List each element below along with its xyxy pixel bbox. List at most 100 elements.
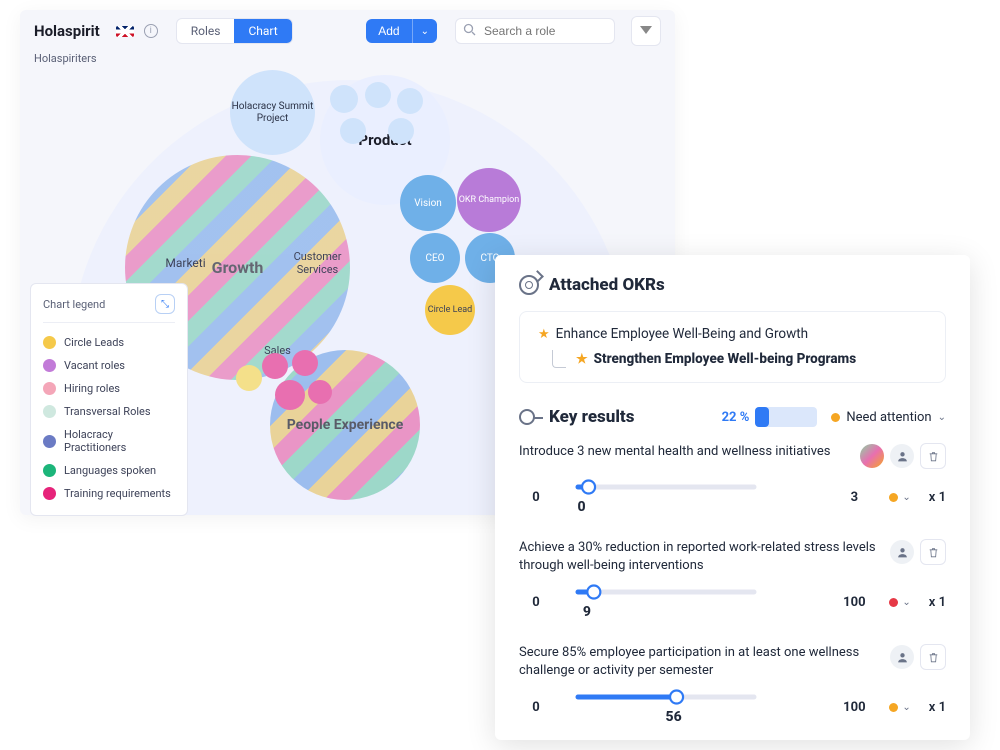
funnel-icon — [640, 26, 652, 36]
kr-status-dropdown[interactable]: ⌄ — [889, 492, 910, 503]
pe-sub-4[interactable] — [275, 380, 305, 410]
kr-actions — [890, 539, 946, 565]
tab-chart[interactable]: Chart — [234, 19, 291, 43]
delete-button[interactable] — [920, 539, 946, 565]
view-tabs: Roles Chart — [176, 18, 293, 44]
assign-user-button[interactable] — [890, 540, 914, 564]
kr-actions — [890, 644, 946, 670]
legend-title: Chart legend — [43, 298, 105, 311]
legend-item-label: Languages spoken — [64, 464, 156, 477]
legend-item-label: Holacracy Practitioners — [64, 428, 175, 454]
legend-item[interactable]: Training requirements — [43, 482, 175, 505]
add-dropdown[interactable]: ⌄ — [412, 19, 437, 43]
legend-item[interactable]: Holacracy Practitioners — [43, 423, 175, 459]
star-icon: ★ — [576, 352, 588, 367]
delete-button[interactable] — [920, 443, 946, 469]
legend-swatch — [43, 487, 56, 500]
avatar[interactable] — [860, 444, 884, 468]
okr-child-label: Strengthen Employee Well-being Programs — [594, 351, 856, 367]
chevron-down-icon: ⌄ — [902, 597, 910, 608]
legend-item-label: Vacant roles — [64, 359, 125, 372]
chevron-down-icon: ⌄ — [938, 412, 946, 423]
delete-button[interactable] — [920, 644, 946, 670]
okr-tree: ★ Enhance Employee Well-Being and Growth… — [519, 311, 946, 383]
kr-current: 0 — [578, 499, 826, 515]
legend-item[interactable]: Circle Leads — [43, 331, 175, 354]
okr-panel-title: Attached OKRs — [549, 275, 665, 295]
legend-item[interactable]: Languages spoken — [43, 459, 175, 482]
kr-multiplier: x 1 — [929, 700, 946, 715]
legend-item[interactable]: Vacant roles — [43, 354, 175, 377]
search-icon — [463, 23, 476, 36]
overall-progress: 22 % — [722, 407, 818, 427]
circle-ceo[interactable]: CEO — [410, 233, 460, 283]
legend-item[interactable]: Hiring roles — [43, 377, 175, 400]
circle-customer-services[interactable]: Customer Services — [275, 220, 360, 305]
flag-icon — [116, 26, 134, 37]
kr-slider[interactable]: 9 — [571, 584, 819, 620]
product-sub-4[interactable] — [340, 118, 366, 144]
kr-status-dropdown[interactable]: ⌄ — [889, 597, 910, 608]
kr-text: Secure 85% employee participation in at … — [519, 644, 880, 679]
assign-user-button[interactable] — [890, 444, 914, 468]
legend-item-label: Circle Leads — [64, 336, 124, 349]
kr-actions — [860, 443, 946, 469]
circle-holacracy-summit[interactable]: Holacracy Summit Project — [230, 70, 315, 155]
kr-current: 9 — [583, 604, 831, 620]
kr-title: Key results — [549, 407, 708, 427]
kr-min: 0 — [519, 490, 553, 505]
product-sub-5[interactable] — [388, 118, 414, 144]
kr-text: Achieve a 30% reduction in reported work… — [519, 539, 880, 574]
legend-item[interactable]: Transversal Roles — [43, 400, 175, 423]
circle-vision[interactable]: Vision — [400, 175, 456, 231]
legend-item-label: Transversal Roles — [64, 405, 151, 418]
breadcrumb[interactable]: Holaspiriters — [20, 52, 675, 69]
okr-panel: Attached OKRs ★ Enhance Employee Well-Be… — [495, 255, 970, 740]
status-dropdown[interactable]: Need attention ⌄ — [831, 410, 946, 425]
product-sub-1[interactable] — [330, 85, 358, 113]
legend-panel: Chart legend ⤡ Circle Leads Vacant roles H… — [30, 283, 188, 516]
legend-swatch — [43, 464, 56, 477]
legend-swatch — [43, 382, 56, 395]
kr-slider[interactable]: 56 — [571, 689, 819, 725]
kr-current: 56 — [666, 709, 914, 725]
info-icon[interactable]: i — [144, 24, 158, 38]
add-button[interactable]: Add — [366, 19, 411, 43]
okr-panel-header: Attached OKRs — [519, 275, 946, 295]
status-dot — [831, 413, 840, 422]
pe-sub-5[interactable] — [308, 380, 332, 404]
search-box — [455, 18, 615, 44]
kr-text: Introduce 3 new mental health and wellne… — [519, 443, 850, 461]
star-icon: ★ — [538, 327, 550, 342]
circle-people-experience[interactable]: People Experience — [270, 350, 420, 500]
kr-multiplier: x 1 — [929, 490, 946, 505]
kr-multiplier: x 1 — [929, 595, 946, 610]
search-input[interactable] — [455, 18, 615, 44]
overall-progress-bar — [755, 407, 817, 427]
kr-min: 0 — [519, 595, 553, 610]
kr-min: 0 — [519, 700, 553, 715]
key-icon — [519, 409, 535, 425]
product-sub-2[interactable] — [365, 82, 391, 108]
product-sub-3[interactable] — [397, 88, 423, 114]
status-dot-icon — [889, 493, 898, 502]
kr-slider[interactable]: 0 — [571, 479, 819, 515]
circle-circle-lead[interactable]: Circle Lead — [425, 285, 475, 335]
overall-progress-pct: 22 % — [722, 410, 750, 425]
filter-button[interactable] — [631, 16, 661, 46]
tree-bend-icon — [552, 350, 566, 368]
circle-okr-champion[interactable]: OKR Champion — [457, 168, 521, 232]
legend-swatch — [43, 359, 56, 372]
legend-swatch — [43, 405, 56, 418]
legend-collapse-button[interactable]: ⤡ — [155, 294, 175, 314]
kr-max: 3 — [837, 490, 871, 505]
legend-item-label: Hiring roles — [64, 382, 120, 395]
kr-max: 100 — [837, 595, 871, 610]
pe-sub-3[interactable] — [292, 350, 318, 376]
okr-parent-node[interactable]: ★ Enhance Employee Well-Being and Growth — [538, 326, 927, 342]
pe-sub-2[interactable] — [262, 353, 288, 379]
okr-child-node[interactable]: ★ Strengthen Employee Well-being Program… — [552, 350, 927, 368]
assign-user-button[interactable] — [890, 645, 914, 669]
tab-roles[interactable]: Roles — [177, 19, 235, 43]
pe-sub-1[interactable] — [236, 365, 262, 391]
